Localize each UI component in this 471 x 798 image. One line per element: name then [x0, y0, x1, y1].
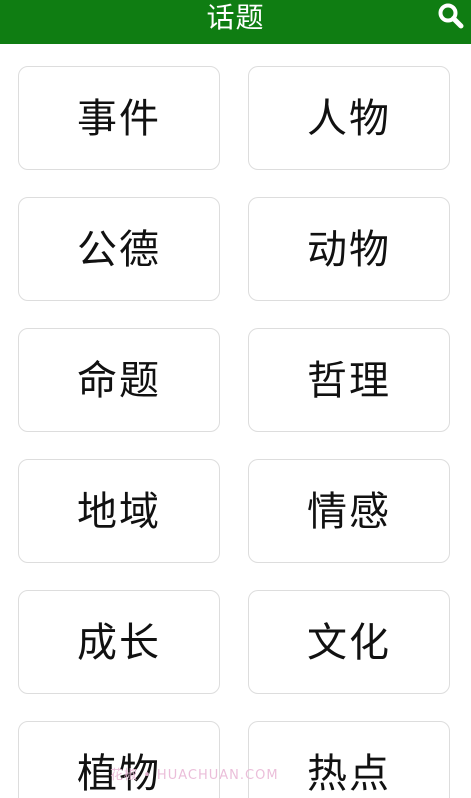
search-icon	[438, 3, 464, 29]
search-button[interactable]	[437, 2, 465, 30]
topic-card-hot[interactable]: 热点	[248, 721, 450, 798]
topic-label: 文化	[307, 620, 391, 666]
topic-card-event[interactable]: 事件	[18, 66, 220, 170]
topic-card-animal[interactable]: 动物	[248, 197, 450, 301]
top-bar: 话题	[0, 0, 471, 44]
topic-label: 成长	[77, 620, 161, 666]
topic-label: 植物	[77, 751, 161, 797]
topic-card-public-morality[interactable]: 公德	[18, 197, 220, 301]
topic-label: 命题	[77, 358, 161, 404]
topic-label: 哲理	[307, 358, 391, 404]
topic-card-region[interactable]: 地域	[18, 459, 220, 563]
page-title: 话题	[206, 1, 265, 34]
topic-card-proposition[interactable]: 命题	[18, 328, 220, 432]
topic-card-plant[interactable]: 植物	[18, 721, 220, 798]
topic-card-culture[interactable]: 文化	[248, 590, 450, 694]
topic-label: 动物	[307, 227, 391, 273]
topic-label: 人物	[307, 96, 391, 142]
topic-card-emotion[interactable]: 情感	[248, 459, 450, 563]
topic-label: 公德	[77, 227, 161, 273]
topic-label: 热点	[307, 751, 391, 797]
topic-label: 情感	[307, 489, 391, 535]
watermark: 花椒 • HUACHUAN.COM	[110, 768, 279, 783]
topic-label: 地域	[77, 489, 161, 535]
topic-grid: 事件 人物 公德 动物 命题 哲理 地域 情感 成长 文化 植物 热点	[0, 44, 471, 798]
topic-card-person[interactable]: 人物	[248, 66, 450, 170]
topic-label: 事件	[77, 96, 161, 142]
topic-card-philosophy[interactable]: 哲理	[248, 328, 450, 432]
topic-card-growth[interactable]: 成长	[18, 590, 220, 694]
